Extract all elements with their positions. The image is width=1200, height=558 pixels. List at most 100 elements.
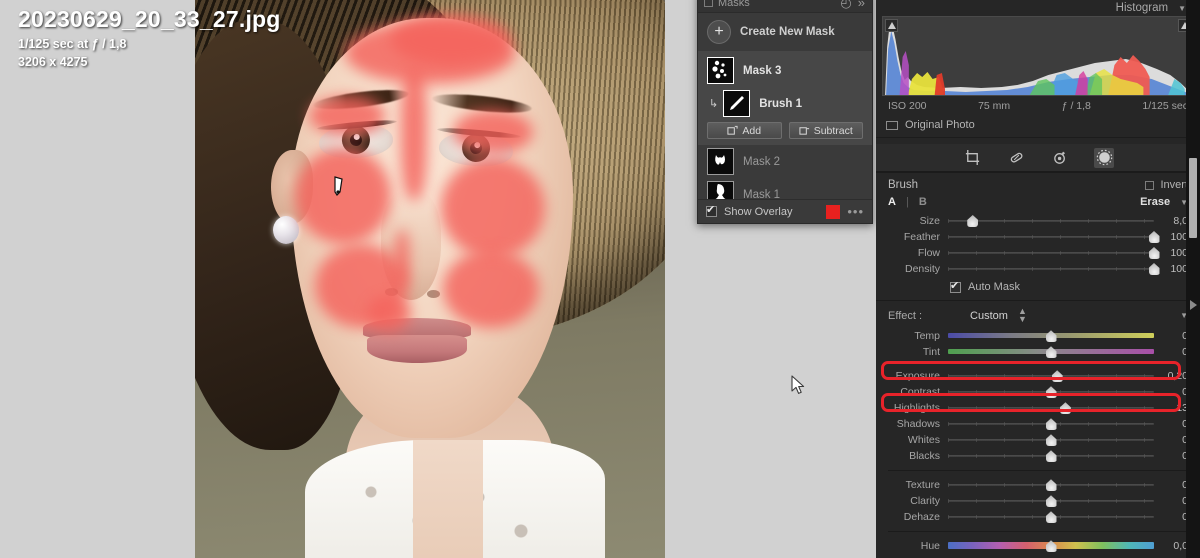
slider-value[interactable]: 0 — [1154, 511, 1188, 523]
slider-knob[interactable] — [1045, 450, 1057, 463]
focal-length-value: 75 mm — [978, 100, 1011, 112]
active-mask-group: Mask 3 ↳ Brush 1 Add Subtract — [698, 51, 872, 145]
slider-exposure: Exposure 0,20 — [876, 368, 1200, 384]
slider-value[interactable]: 0 — [1154, 346, 1188, 358]
slider-track-area[interactable] — [948, 538, 1154, 554]
slider-temp: Temp 0 — [876, 328, 1200, 344]
slider-track-area[interactable] — [948, 261, 1160, 277]
slider-value[interactable]: 0 — [1154, 450, 1188, 462]
show-overlay-checkbox[interactable] — [706, 203, 717, 217]
slider-track-area[interactable] — [948, 448, 1154, 464]
brush-mode-b[interactable]: B — [919, 196, 927, 208]
slider-knob[interactable] — [1045, 495, 1057, 508]
right-panel-scrollbar[interactable] — [1186, 0, 1200, 558]
right-panel: Histogram ▼ ISO 200 75 mm ƒ / 1,8 1/125 … — [876, 0, 1200, 558]
slider-value[interactable]: 8,0 — [1154, 215, 1188, 227]
iso-value: ISO 200 — [888, 100, 927, 112]
auto-mask-row[interactable]: Auto Mask — [876, 277, 1200, 300]
auto-mask-checkbox[interactable] — [950, 279, 961, 293]
overlay-options-icon[interactable]: ••• — [847, 204, 864, 219]
slider-track-area[interactable] — [948, 384, 1154, 400]
slider-dehaze: Dehaze 0 — [876, 509, 1200, 525]
slider-knob[interactable] — [1045, 330, 1057, 343]
slider-track-area[interactable] — [948, 328, 1154, 344]
earring — [273, 216, 299, 244]
effect-preset-value[interactable]: Custom — [970, 310, 1008, 322]
histogram-graph[interactable] — [882, 16, 1194, 96]
slider-blacks: Blacks 0 — [876, 448, 1200, 464]
invert-control[interactable]: Invert — [1145, 179, 1188, 191]
mask-overlay-region — [309, 96, 385, 136]
dots-thumb-icon — [707, 57, 734, 84]
slider-knob[interactable] — [1045, 511, 1057, 524]
histogram-header[interactable]: Histogram ▼ — [876, 0, 1200, 16]
slider-track-area[interactable] — [948, 229, 1160, 245]
create-new-mask-button[interactable]: + Create New Mask — [698, 13, 872, 51]
slider-texture: Texture 0 — [876, 477, 1200, 493]
invert-label: Invert — [1160, 179, 1188, 191]
slider-knob[interactable] — [1045, 434, 1057, 447]
slider-knob[interactable] — [1045, 418, 1057, 431]
subtract-button[interactable]: Subtract — [788, 122, 863, 139]
slider-track-area[interactable] — [948, 509, 1154, 525]
slider-track-area[interactable] — [948, 400, 1154, 416]
slider-knob[interactable] — [967, 215, 979, 227]
slider-value[interactable]: 0 — [1154, 495, 1188, 507]
slider-track-area[interactable] — [948, 493, 1154, 509]
mask-item-brush-1[interactable]: ↳ Brush 1 — [698, 87, 872, 120]
brush-mode-a[interactable]: A — [888, 196, 896, 208]
slider-contrast: Contrast 0 — [876, 384, 1200, 400]
slider-label: Clarity — [910, 495, 940, 508]
slider-shadows: Shadows 0 — [876, 416, 1200, 432]
slider-value[interactable]: 0,20 — [1154, 370, 1188, 382]
slider-knob[interactable] — [1059, 402, 1071, 415]
slider-knob[interactable] — [1045, 346, 1057, 359]
masks-panel-header[interactable]: Masks ◴ » — [698, 0, 872, 13]
slider-knob[interactable] — [1045, 386, 1057, 399]
slider-value[interactable]: 0 — [1154, 434, 1188, 446]
add-button[interactable]: Add — [707, 122, 782, 139]
slider-knob[interactable] — [1045, 479, 1057, 492]
crop-tool-icon[interactable] — [962, 148, 982, 168]
slider-value[interactable]: 0 — [1154, 330, 1188, 342]
slider-track-area[interactable] — [948, 368, 1154, 384]
invert-checkbox[interactable] — [1145, 180, 1155, 190]
slider-value[interactable]: 0 — [1154, 479, 1188, 491]
slider-density: Density 100 — [876, 261, 1200, 277]
slider-value[interactable]: 13 — [1154, 402, 1188, 414]
slider-label: Exposure — [895, 370, 940, 383]
redeye-tool-icon[interactable] — [1050, 148, 1070, 168]
slider-track-area[interactable] — [948, 416, 1154, 432]
mask-item-mask-2[interactable]: Mask 2 — [698, 145, 872, 178]
slider-value[interactable]: 0,0 — [1154, 540, 1188, 552]
slider-ticks — [948, 251, 1154, 255]
tool-strip — [876, 144, 1200, 172]
masking-tool-icon[interactable] — [1094, 147, 1114, 168]
scrollbar-thumb[interactable] — [1189, 158, 1197, 238]
masks-options-icon[interactable]: ◴ — [840, 0, 852, 11]
mask-item-mask-3[interactable]: Mask 3 — [698, 54, 872, 87]
slider-value[interactable]: 0 — [1154, 386, 1188, 398]
brush-mode-erase[interactable]: Erase — [1140, 196, 1170, 208]
slider-knob[interactable] — [1051, 370, 1063, 383]
original-photo-row[interactable]: Original Photo — [876, 112, 1200, 138]
original-photo-checkbox[interactable] — [886, 120, 898, 130]
overlay-color-swatch[interactable] — [826, 204, 841, 219]
slider-track-area[interactable] — [948, 344, 1154, 360]
slider-track-area[interactable] — [948, 245, 1160, 261]
masks-collapse-icon[interactable]: » — [858, 0, 866, 10]
slider-track-area[interactable] — [948, 477, 1154, 493]
slider-track-area[interactable] — [948, 213, 1154, 229]
slider-value[interactable]: 0 — [1154, 418, 1188, 430]
brush-sliders: Size 8,0 Feather 100 Flow 100 Density 10… — [876, 213, 1200, 277]
chevron-down-icon[interactable]: ▼ — [1178, 4, 1186, 13]
healing-tool-icon[interactable] — [1006, 148, 1026, 168]
shutter-value: 1/125 sec — [1142, 100, 1188, 112]
child-indicator-icon: ↳ — [709, 98, 719, 110]
shadow-clipping-indicator[interactable] — [885, 19, 898, 32]
masks-visibility-checkbox[interactable] — [704, 0, 713, 7]
photo-preview[interactable] — [195, 0, 665, 558]
panel-expand-arrow-icon[interactable] — [1190, 300, 1197, 310]
effect-stepper-icon[interactable]: ▲ ▼ — [1018, 306, 1027, 323]
slider-track-area[interactable] — [948, 432, 1154, 448]
